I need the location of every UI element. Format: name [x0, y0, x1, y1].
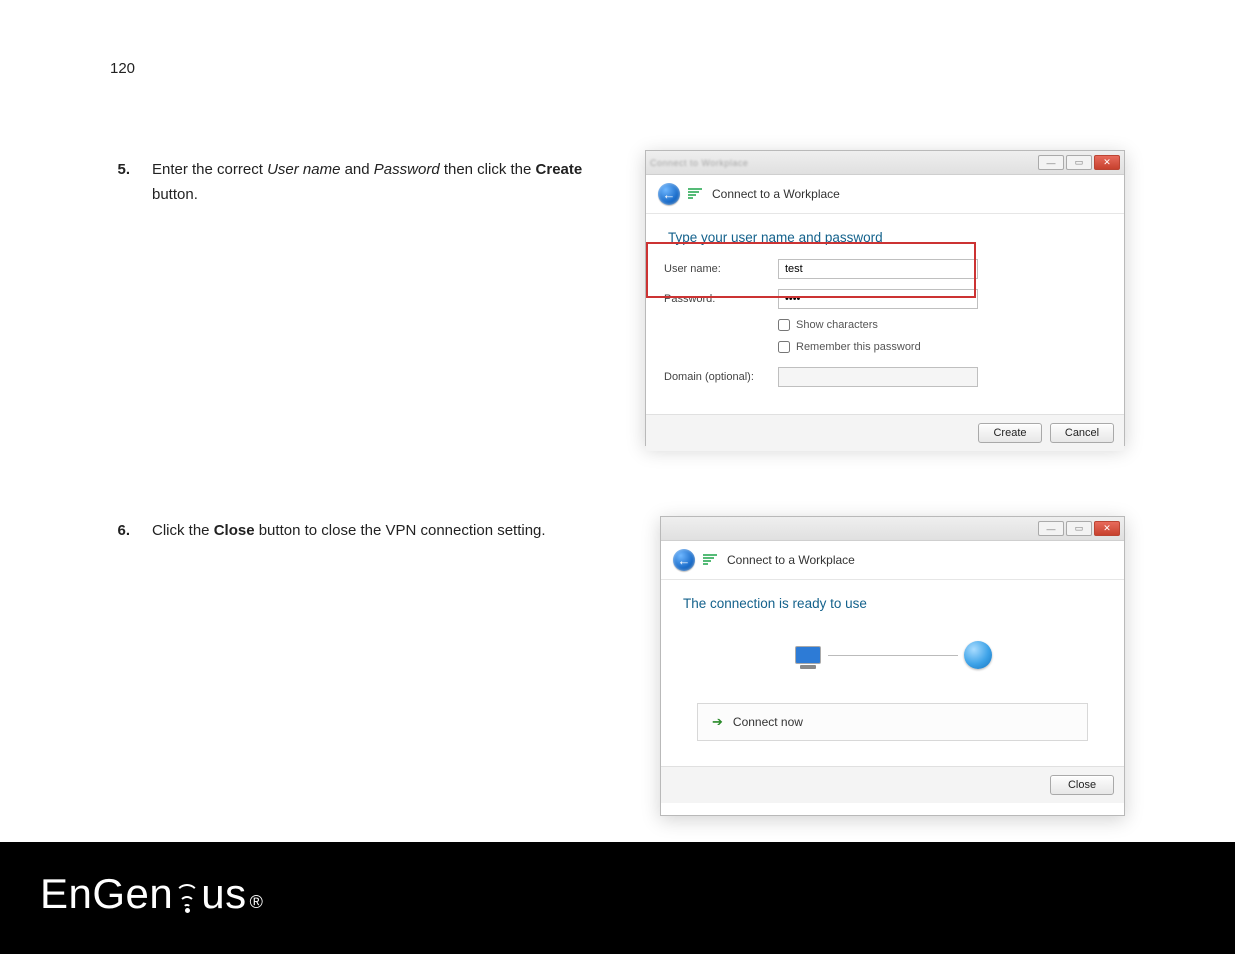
t-after: then click the	[440, 161, 536, 178]
t-bold: Create	[536, 161, 583, 178]
wifi-icon	[175, 884, 199, 915]
username-row: User name:	[664, 259, 1106, 279]
dialog2-header-title: Connect to a Workplace	[727, 553, 855, 567]
close-button-2[interactable]: ✕	[1094, 521, 1120, 536]
t6bold: Close	[214, 522, 255, 539]
arrow-right-icon: ➔	[712, 714, 723, 730]
t-em1: User name	[267, 161, 340, 178]
remember-password-label: Remember this password	[796, 341, 921, 353]
close-dialog-button[interactable]: Close	[1050, 775, 1114, 795]
dialog1-body: Type your user name and password User na…	[646, 214, 1124, 414]
password-row: Password:	[664, 289, 1106, 309]
t-mid: and	[340, 161, 373, 178]
password-label: Password:	[664, 293, 764, 305]
step-5-number: 5.	[108, 158, 130, 208]
t-tail: button.	[152, 186, 198, 203]
dialog1-header-title: Connect to a Workplace	[712, 187, 840, 201]
minimize-button[interactable]: —	[1038, 155, 1064, 170]
connection-line	[828, 655, 958, 656]
dialog1-heading: Type your user name and password	[668, 230, 1106, 245]
username-input[interactable]	[778, 259, 978, 279]
domain-label: Domain (optional):	[664, 371, 764, 383]
network-bars-icon	[688, 188, 704, 201]
registered-icon: ®	[250, 892, 264, 913]
back-button[interactable]: ←	[658, 183, 680, 205]
t6a: button to close the VPN connection setti…	[255, 522, 546, 539]
computer-icon	[788, 635, 828, 675]
back-button-2[interactable]: ←	[673, 549, 695, 571]
connection-graphic	[679, 635, 1106, 675]
show-characters-label: Show characters	[796, 319, 878, 331]
page-number: 120	[110, 60, 135, 77]
back-arrow-icon: ←	[663, 187, 676, 202]
maximize-button[interactable]: ▭	[1066, 155, 1092, 170]
vpn-ready-dialog: — ▭ ✕ ← Connect to a Workplace The conne…	[660, 516, 1125, 816]
step-6-text: Click the Close button to close the VPN …	[152, 519, 648, 544]
dialog2-titlebar[interactable]: — ▭ ✕	[661, 517, 1124, 541]
t: Enter the correct	[152, 161, 267, 178]
connect-now-item[interactable]: ➔ Connect now	[697, 703, 1088, 741]
remember-password-checkbox[interactable]	[778, 341, 790, 353]
window-controls: — ▭ ✕	[1038, 155, 1120, 170]
show-characters-row: Show characters	[664, 319, 1106, 331]
dialog1-titlebar[interactable]: Connect to Workplace — ▭ ✕	[646, 151, 1124, 175]
cancel-button[interactable]: Cancel	[1050, 423, 1114, 443]
dialog1-title-blur: Connect to Workplace	[650, 158, 748, 168]
dialog2-heading: The connection is ready to use	[683, 596, 1106, 611]
dialog2-header: ← Connect to a Workplace	[661, 541, 1124, 580]
t-em2: Password	[374, 161, 440, 178]
window-controls-2: — ▭ ✕	[1038, 521, 1120, 536]
connect-now-label: Connect now	[733, 715, 803, 729]
domain-input[interactable]	[778, 367, 978, 387]
username-label: User name:	[664, 263, 764, 275]
step-6: 6. Click the Close button to close the V…	[108, 519, 648, 544]
dialog2-footer: Close	[661, 766, 1124, 803]
close-button[interactable]: ✕	[1094, 155, 1120, 170]
brand-footer: EnGenus®	[0, 842, 1235, 954]
engenius-logo: EnGenus®	[40, 870, 263, 927]
show-characters-checkbox[interactable]	[778, 319, 790, 331]
create-button[interactable]: Create	[978, 423, 1042, 443]
logo-us: us	[201, 870, 246, 918]
password-input[interactable]	[778, 289, 978, 309]
vpn-credentials-dialog: Connect to Workplace — ▭ ✕ ← Connect to …	[645, 150, 1125, 446]
network-bars-icon-2	[703, 554, 719, 567]
globe-icon	[958, 635, 998, 675]
logo-en: En	[40, 870, 92, 918]
dialog1-footer: Create Cancel	[646, 414, 1124, 451]
dialog1-header: ← Connect to a Workplace	[646, 175, 1124, 214]
logo-gen: Gen	[92, 870, 173, 918]
domain-row: Domain (optional):	[664, 367, 1106, 387]
back-arrow-icon-2: ←	[678, 553, 691, 568]
step-6-number: 6.	[108, 519, 130, 544]
step-5: 5. Enter the correct User name and Passw…	[108, 158, 628, 208]
step-5-text: Enter the correct User name and Password…	[152, 158, 628, 208]
t6b: Click the	[152, 522, 214, 539]
dialog2-body: The connection is ready to use ➔ Connect…	[661, 580, 1124, 766]
remember-password-row: Remember this password	[664, 341, 1106, 353]
minimize-button-2[interactable]: —	[1038, 521, 1064, 536]
maximize-button-2[interactable]: ▭	[1066, 521, 1092, 536]
